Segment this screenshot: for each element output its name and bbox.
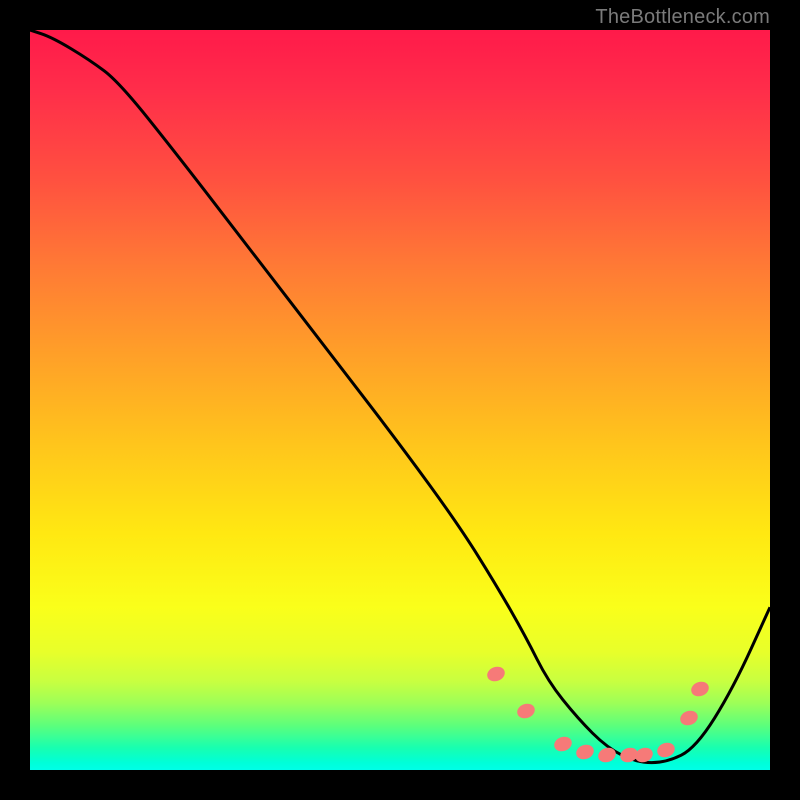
watermark-text: TheBottleneck.com <box>595 6 770 29</box>
gradient-plot-area <box>30 30 770 770</box>
chart-frame: TheBottleneck.com <box>0 0 800 800</box>
